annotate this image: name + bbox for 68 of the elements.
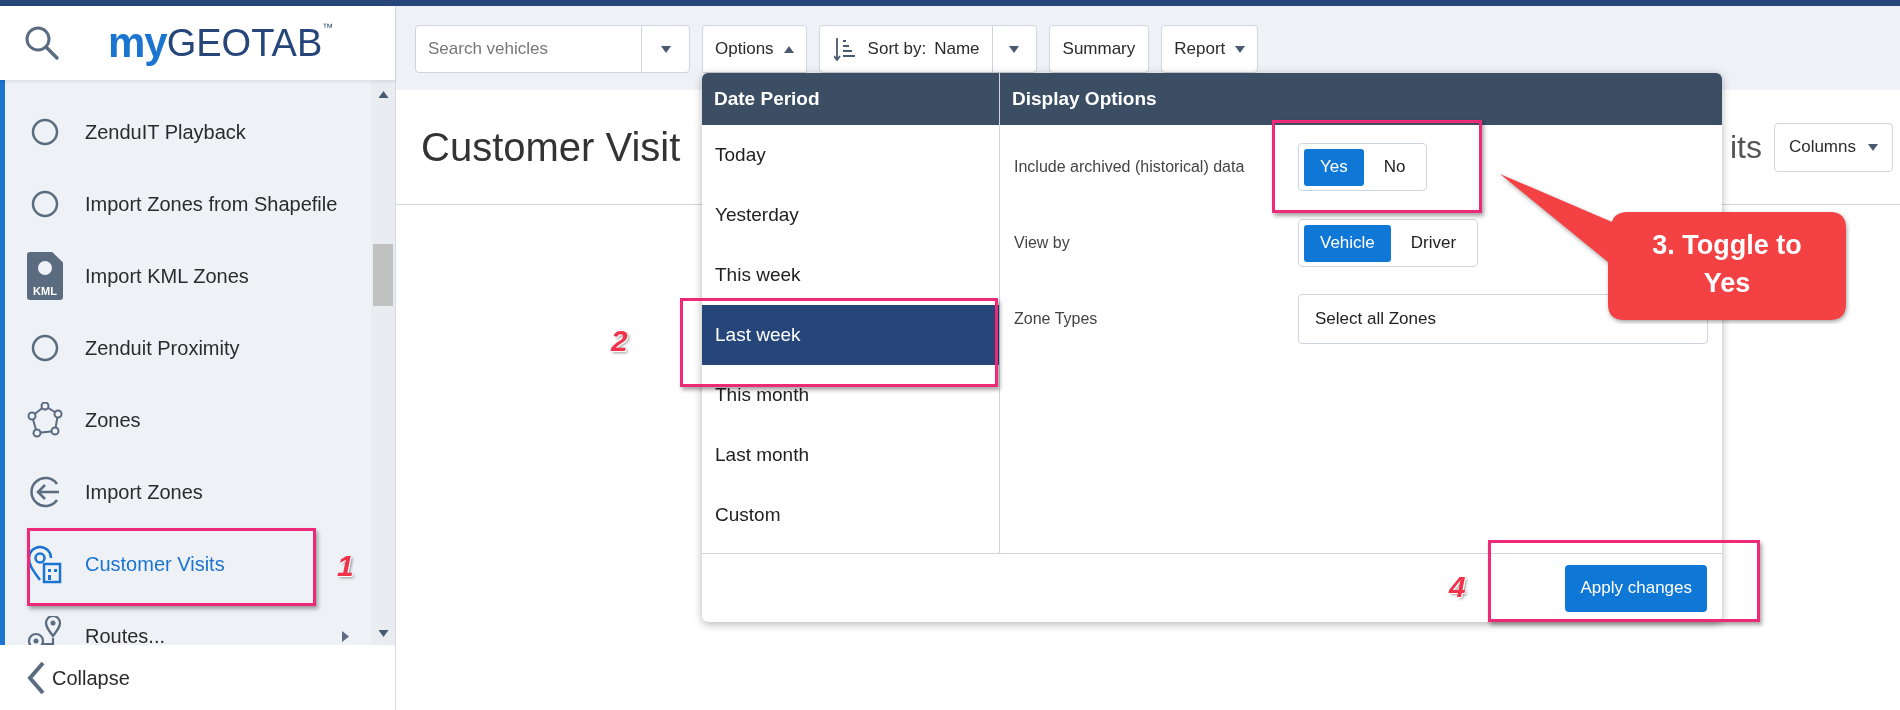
step-number: 2 [611, 326, 628, 356]
item-label: Import Zones from Shapefile [85, 192, 338, 217]
page-title: Customer Visit [421, 124, 681, 171]
item-label: Routes... [85, 624, 166, 645]
item-label: Customer Visits [85, 552, 225, 577]
toggle-option[interactable]: No [1367, 148, 1422, 186]
date-option[interactable]: Last week [702, 305, 999, 365]
summary-button[interactable]: Summary [1048, 25, 1150, 73]
search-input[interactable]: Search vehicles [416, 36, 641, 62]
circle-icon [30, 117, 60, 147]
option-label: Zone Types [1014, 309, 1099, 329]
panel-header: Display Options [1000, 73, 1722, 125]
option-label: View by [1014, 233, 1071, 253]
option-label: Include archived (historical) data [1014, 157, 1246, 177]
sidebar-item[interactable]: Zenduit Proximity [5, 312, 248, 384]
date-option[interactable]: Today [702, 125, 999, 185]
scroll-up-icon [377, 91, 389, 98]
dropdown-caret-icon [1009, 45, 1020, 53]
toggle-option[interactable]: Driver [1394, 224, 1473, 262]
dropdown-caret-icon [660, 45, 671, 53]
step-number: 1 [337, 551, 354, 581]
title-fragment: its [1729, 128, 1762, 167]
toggle-option[interactable]: Yes [1304, 148, 1364, 186]
date-option[interactable]: Custom [702, 485, 999, 545]
caret-icon [783, 45, 794, 53]
sort-control[interactable]: Sort by: Name [818, 25, 1037, 73]
sort-icon [833, 37, 856, 61]
date-option[interactable]: This month [702, 365, 999, 425]
date-option[interactable]: Yesterday [702, 185, 999, 245]
scrollbar[interactable] [371, 80, 395, 645]
date-option[interactable]: Last month [702, 425, 999, 485]
sidebar-item[interactable]: KML Import KML Zones [5, 240, 257, 312]
submenu-arrow-icon [342, 630, 349, 642]
search-field[interactable]: Search vehicles [415, 25, 690, 73]
step-number: 4 [1449, 572, 1466, 602]
columns-button[interactable]: Columns [1773, 122, 1893, 172]
item-label: Import Zones [85, 480, 203, 505]
scrollbar-thumb[interactable] [373, 244, 393, 306]
sidebar-item[interactable]: Zones [5, 384, 149, 456]
sidebar-item[interactable]: Routes... [5, 600, 371, 645]
apply-changes-button[interactable]: Apply changes [1565, 564, 1707, 612]
item-label: Zones [85, 408, 141, 433]
kml-file-icon: KML [27, 252, 63, 300]
polygon-nodes-icon [27, 402, 63, 438]
sort-value: Name [934, 38, 980, 61]
sidebar-item[interactable]: ZenduIT Playback [5, 96, 254, 168]
date-option[interactable]: This week [702, 245, 999, 305]
panel-header: Date Period [702, 73, 999, 125]
circle-icon [30, 333, 60, 363]
item-label: Zenduit Proximity [85, 336, 240, 361]
item-label: Import KML Zones [85, 264, 249, 289]
circle-icon [30, 189, 60, 219]
toggle-option[interactable]: Vehicle [1304, 224, 1391, 262]
chevron-left-icon [26, 660, 46, 695]
scroll-down-icon [377, 630, 389, 637]
collapse-button[interactable]: Collapse [0, 645, 395, 710]
sidebar-item[interactable]: Customer Visits [5, 528, 233, 600]
report-button[interactable]: Report [1161, 25, 1259, 73]
route-pins-icon [27, 616, 63, 645]
caret-icon [1868, 143, 1878, 151]
item-label: ZenduIT Playback [85, 120, 246, 145]
options-button[interactable]: Options [702, 25, 807, 73]
logo: myGEOTAB™ [108, 22, 334, 64]
caret-icon [1235, 45, 1246, 53]
sort-label: Sort by: [867, 38, 927, 61]
sidebar-item[interactable]: Import Zones from Shapefile [5, 168, 346, 240]
sidebar-item[interactable]: Import Zones [5, 456, 211, 528]
search-icon[interactable] [24, 25, 60, 61]
